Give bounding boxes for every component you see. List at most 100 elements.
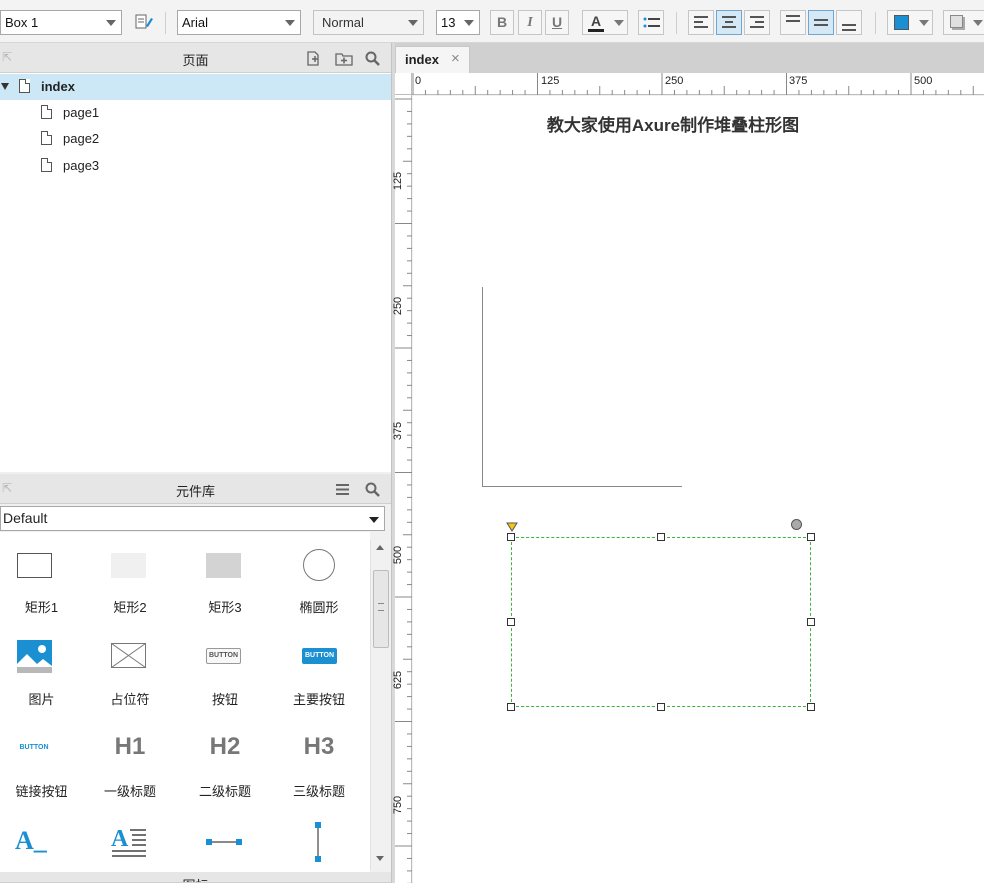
fill-color-button[interactable] — [887, 10, 933, 35]
add-page-icon[interactable] — [306, 51, 321, 66]
valign-top-button[interactable] — [780, 10, 806, 35]
italic-button[interactable]: I — [518, 10, 542, 35]
widget-rectangle-1[interactable]: 矩形1 — [0, 540, 94, 632]
edit-style-icon — [135, 14, 153, 29]
widget-primary-button[interactable]: BUTTON 主要按钮 — [272, 632, 366, 724]
chart-y-axis-line[interactable] — [482, 287, 483, 487]
widget-label: 三级标题 — [292, 784, 345, 799]
chart-x-axis-line[interactable] — [482, 486, 682, 487]
resize-handle[interactable] — [657, 703, 665, 711]
scrollbar-thumb[interactable] — [373, 570, 389, 648]
underline-button[interactable]: U — [545, 10, 569, 35]
widget-label: 链接按钮 — [15, 784, 68, 799]
tab-index[interactable]: index × — [395, 46, 470, 73]
horizontal-line-icon — [206, 839, 242, 845]
design-canvas[interactable]: 教大家使用Axure制作堆叠柱形图 — [413, 96, 984, 883]
widget-ellipse[interactable]: 椭圆形 — [272, 540, 366, 632]
widget-label: 二级标题 — [198, 784, 251, 799]
scroll-up-icon[interactable] — [376, 545, 384, 550]
widget-heading-1[interactable]: H1 一级标题 — [83, 724, 177, 816]
widget-label: 按钮 — [211, 692, 238, 707]
bullet-list-icon — [643, 17, 660, 28]
valign-middle-button[interactable] — [808, 10, 834, 35]
font-color-button[interactable]: A — [582, 10, 628, 35]
search-icon[interactable] — [365, 51, 380, 66]
icons-panel-header: 图标 — [0, 872, 391, 883]
search-icon[interactable] — [365, 482, 380, 497]
svg-text:A: A — [111, 826, 129, 852]
main-toolbar: Box 1 Arial Normal 13 B I U A — [0, 0, 984, 43]
canvas-title-text[interactable]: 教大家使用Axure制作堆叠柱形图 — [413, 111, 933, 136]
ruler-label: 0 — [415, 75, 422, 87]
rectangle-light-icon — [111, 553, 146, 578]
bullet-list-button[interactable] — [638, 10, 664, 35]
widget-link-button[interactable]: BUTTON 链接按钮 — [0, 724, 94, 816]
pages-panel-title: 页面 — [182, 53, 209, 68]
add-folder-icon[interactable] — [335, 51, 353, 66]
font-style-select[interactable]: Normal — [313, 10, 424, 35]
expand-arrow-icon[interactable] — [1, 83, 9, 90]
font-size-value: 13 — [441, 15, 456, 30]
menu-icon[interactable] — [335, 482, 350, 497]
scroll-down-icon[interactable] — [376, 856, 384, 861]
pages-panel-header: ⇱ 页面 — [0, 43, 391, 73]
valign-middle-icon — [814, 19, 828, 29]
close-icon[interactable]: × — [451, 50, 460, 67]
corner-radius-handle[interactable] — [791, 519, 802, 530]
resize-handle[interactable] — [657, 533, 665, 541]
selected-box-widget[interactable] — [511, 537, 811, 707]
widget-button[interactable]: BUTTON 按钮 — [178, 632, 272, 724]
resize-handle[interactable] — [807, 618, 815, 626]
ruler-corner — [395, 73, 412, 95]
widget-library-grid: 矩形1 矩形2 矩形3 椭圆形 图片 占位符 BUTTON 按钮 BUTTON … — [0, 532, 370, 872]
text-label-icon: A_ — [15, 826, 47, 855]
page-tree-item-index[interactable]: index — [0, 74, 391, 100]
widget-rectangle-2[interactable]: 矩形2 — [83, 540, 177, 632]
widget-heading-3[interactable]: H3 三级标题 — [272, 724, 366, 816]
widget-image[interactable]: 图片 — [0, 632, 94, 724]
page-tree-item-page2[interactable]: page2 — [0, 126, 391, 152]
chevron-down-icon — [919, 20, 929, 26]
align-right-button[interactable] — [744, 10, 770, 35]
ruler-label: 250 — [392, 296, 405, 316]
widget-label: 一级标题 — [103, 784, 156, 799]
shadow-button[interactable] — [943, 10, 984, 35]
resize-handle[interactable] — [507, 703, 515, 711]
chevron-down-icon — [106, 20, 116, 26]
align-center-icon — [722, 16, 736, 31]
fill-color-swatch — [894, 15, 909, 30]
library-select[interactable]: Default — [0, 506, 385, 531]
ruler-ticks — [395, 98, 412, 883]
resize-handle[interactable] — [507, 618, 515, 626]
library-scrollbar[interactable] — [370, 540, 390, 870]
font-size-select[interactable]: 13 — [436, 10, 480, 35]
rectangle-gray-icon — [206, 553, 241, 578]
page-icon — [19, 79, 30, 93]
ruler-label: 375 — [789, 75, 808, 87]
valign-bottom-button[interactable] — [836, 10, 862, 35]
resize-handle[interactable] — [807, 533, 815, 541]
resize-handle[interactable] — [807, 703, 815, 711]
widget-label: 占位符 — [110, 692, 150, 707]
rectangle-outline-icon — [17, 553, 52, 578]
h1-icon: H1 — [114, 733, 146, 760]
style-editor-button[interactable] — [132, 10, 154, 35]
toolbar-divider — [676, 12, 677, 34]
chevron-down-icon — [408, 20, 418, 26]
widget-name-field[interactable]: Box 1 — [0, 10, 122, 35]
ruler-label: 500 — [914, 75, 933, 87]
widget-rectangle-3[interactable]: 矩形3 — [178, 540, 272, 632]
widget-heading-2[interactable]: H2 二级标题 — [178, 724, 272, 816]
widget-placeholder[interactable]: 占位符 — [83, 632, 177, 724]
vertical-line-icon — [315, 822, 321, 862]
align-center-button[interactable] — [716, 10, 742, 35]
resize-handle[interactable] — [507, 533, 515, 541]
page-tree-item-page1[interactable]: page1 — [0, 100, 391, 126]
widget-label: 主要按钮 — [292, 692, 345, 707]
align-left-button[interactable] — [688, 10, 714, 35]
widget-label: 图片 — [28, 692, 55, 707]
chevron-down-icon — [285, 20, 295, 26]
font-family-select[interactable]: Arial — [177, 10, 301, 35]
page-tree-item-page3[interactable]: page3 — [0, 153, 391, 179]
bold-button[interactable]: B — [490, 10, 514, 35]
